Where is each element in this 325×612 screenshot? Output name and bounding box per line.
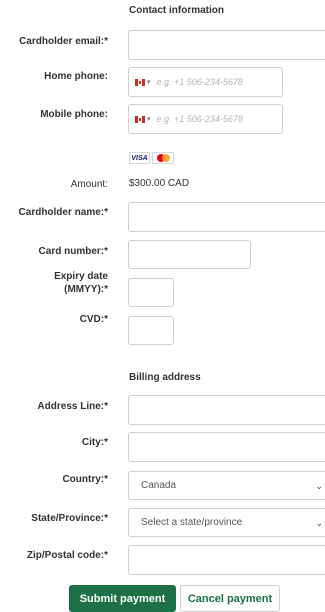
mobile-phone-label: Mobile phone: — [40, 109, 108, 120]
mastercard-logo — [152, 152, 174, 164]
amount-label: Amount: — [70, 179, 108, 190]
zip-postal-label: Zip/Postal code:* — [26, 550, 108, 561]
card-number-input[interactable] — [128, 240, 251, 269]
cardholder-email-label: Cardholder email:* — [19, 36, 108, 47]
expiry-date-label-line2: (MMYY):* — [64, 284, 108, 295]
cvd-input[interactable] — [128, 316, 174, 345]
amount-value: $300.00 CAD — [129, 178, 190, 189]
chevron-down-icon[interactable]: ⌄ — [315, 518, 323, 529]
cardholder-name-input[interactable] — [128, 202, 325, 232]
zip-postal-input[interactable] — [128, 545, 325, 575]
mastercard-orange-circle — [162, 154, 170, 162]
address-line-input[interactable] — [128, 395, 325, 425]
canada-flag-icon[interactable] — [135, 78, 145, 86]
country-selected-value: Canada — [141, 480, 177, 491]
cancel-payment-button[interactable]: Cancel payment — [180, 585, 280, 612]
chevron-down-icon[interactable]: ▾ — [147, 115, 151, 123]
country-label: Country:* — [62, 474, 108, 485]
cardholder-name-label: Cardholder name:* — [18, 207, 108, 218]
country-select[interactable]: Canada ⌄ — [128, 471, 325, 500]
state-province-label: State/Province:* — [31, 513, 108, 524]
billing-address-heading: Billing address — [129, 372, 201, 383]
mobile-phone-placeholder: e.g. +1 506-234-5678 — [156, 114, 243, 124]
home-phone-placeholder: e.g. +1 506-234-5678 — [156, 77, 243, 87]
expiry-date-label: Expiry date (MMYY):* — [54, 270, 108, 296]
state-province-placeholder: Select a state/province — [141, 517, 243, 528]
contact-info-heading: Contact information — [129, 5, 224, 16]
submit-payment-button[interactable]: Submit payment — [69, 585, 176, 612]
chevron-down-icon[interactable]: ⌄ — [315, 481, 323, 492]
city-label: City:* — [81, 437, 108, 448]
home-phone-input[interactable]: ▾ e.g. +1 506-234-5678 — [128, 67, 283, 97]
canada-flag-icon[interactable] — [135, 115, 145, 123]
expiry-date-label-line1: Expiry date — [54, 271, 108, 282]
city-input[interactable] — [128, 432, 325, 462]
card-number-label: Card number:* — [38, 246, 108, 257]
expiry-date-input[interactable] — [128, 278, 174, 307]
home-phone-label: Home phone: — [44, 71, 108, 82]
visa-logo: VISA — [129, 152, 150, 164]
mobile-phone-input[interactable]: ▾ e.g. +1 506-234-5678 — [128, 104, 283, 134]
cardholder-email-input[interactable] — [128, 30, 325, 60]
cvd-label: CVD:* — [79, 314, 108, 325]
chevron-down-icon[interactable]: ▾ — [147, 78, 151, 86]
state-province-select[interactable]: Select a state/province ⌄ — [128, 508, 325, 537]
address-line-label: Address Line:* — [37, 401, 108, 412]
